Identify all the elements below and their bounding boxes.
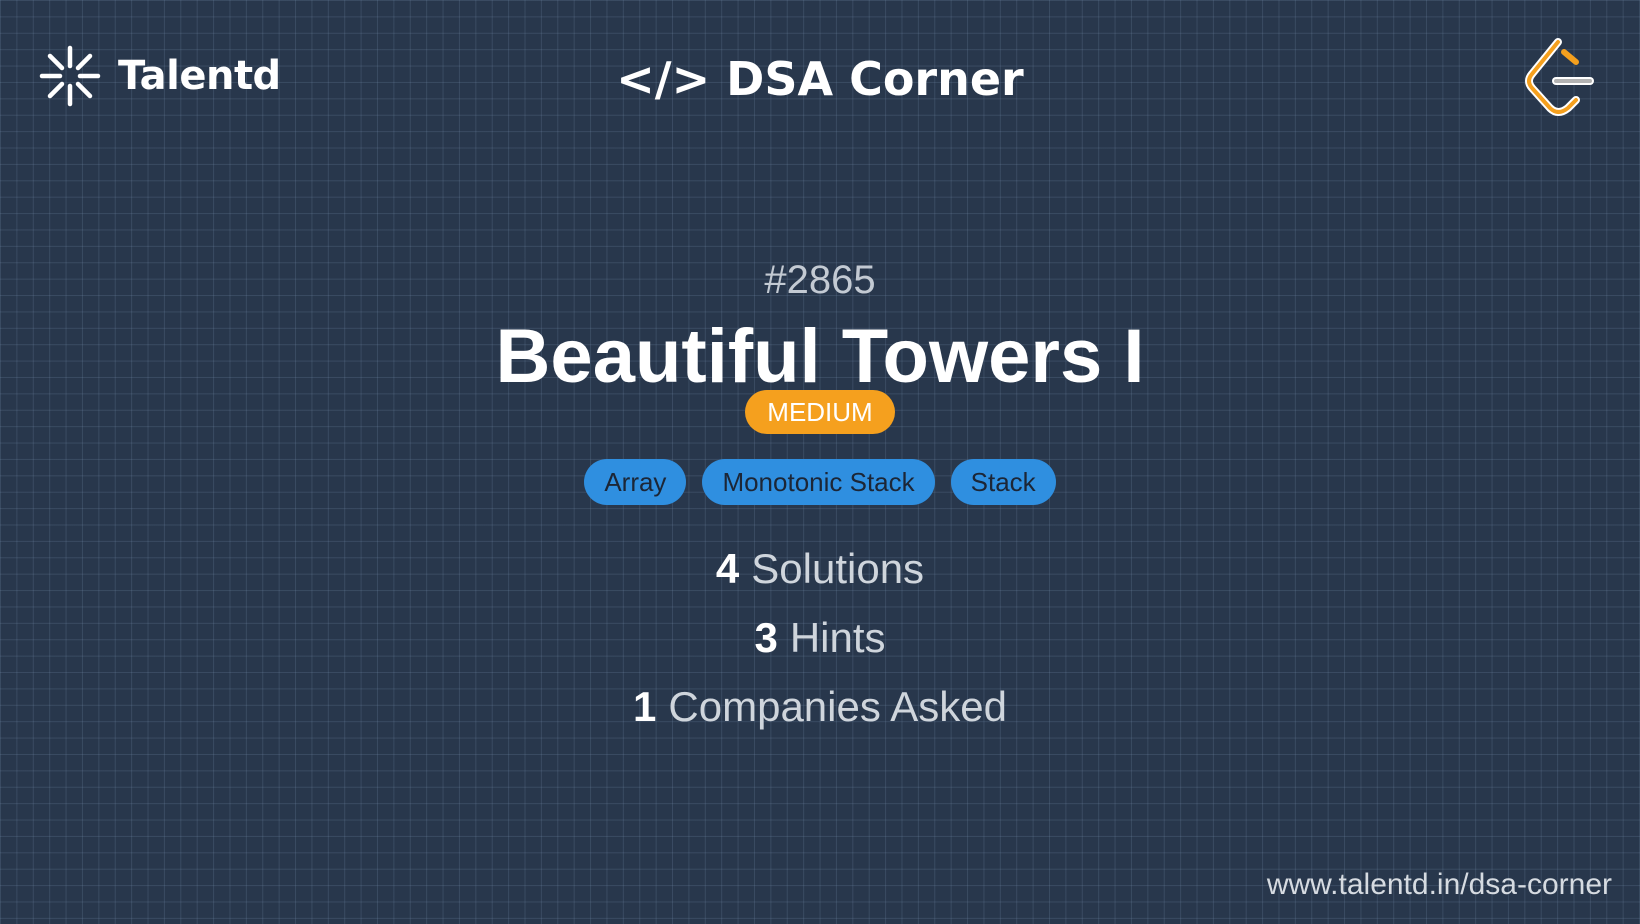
- solutions-count: 4: [715, 545, 740, 592]
- problem-number: #2865: [764, 258, 876, 302]
- companies-stat: 1 Companies Asked: [0, 683, 1640, 731]
- companies-count: 1: [633, 683, 657, 730]
- page-header-title: </> DSA Corner: [616, 52, 1024, 106]
- difficulty-row: MEDIUM: [0, 390, 1640, 434]
- hints-label: Hints: [789, 614, 886, 661]
- problem-title: Beautiful Towers I: [495, 314, 1145, 399]
- solutions-stat: 4 Solutions: [0, 545, 1640, 593]
- difficulty-badge: MEDIUM: [745, 390, 895, 434]
- topic-tags: Array Monotonic Stack Stack: [0, 459, 1640, 505]
- companies-label: Companies Asked: [668, 683, 1007, 730]
- tag-stack[interactable]: Stack: [950, 459, 1056, 505]
- hints-count: 3: [754, 614, 778, 661]
- tag-array[interactable]: Array: [584, 459, 687, 505]
- hints-stat: 3 Hints: [0, 614, 1640, 662]
- footer-url[interactable]: www.talentd.in/dsa-corner: [1267, 868, 1612, 902]
- solutions-label: Solutions: [751, 545, 925, 592]
- tag-monotonic-stack[interactable]: Monotonic Stack: [702, 459, 935, 505]
- leetcode-logo-icon: [1520, 36, 1598, 120]
